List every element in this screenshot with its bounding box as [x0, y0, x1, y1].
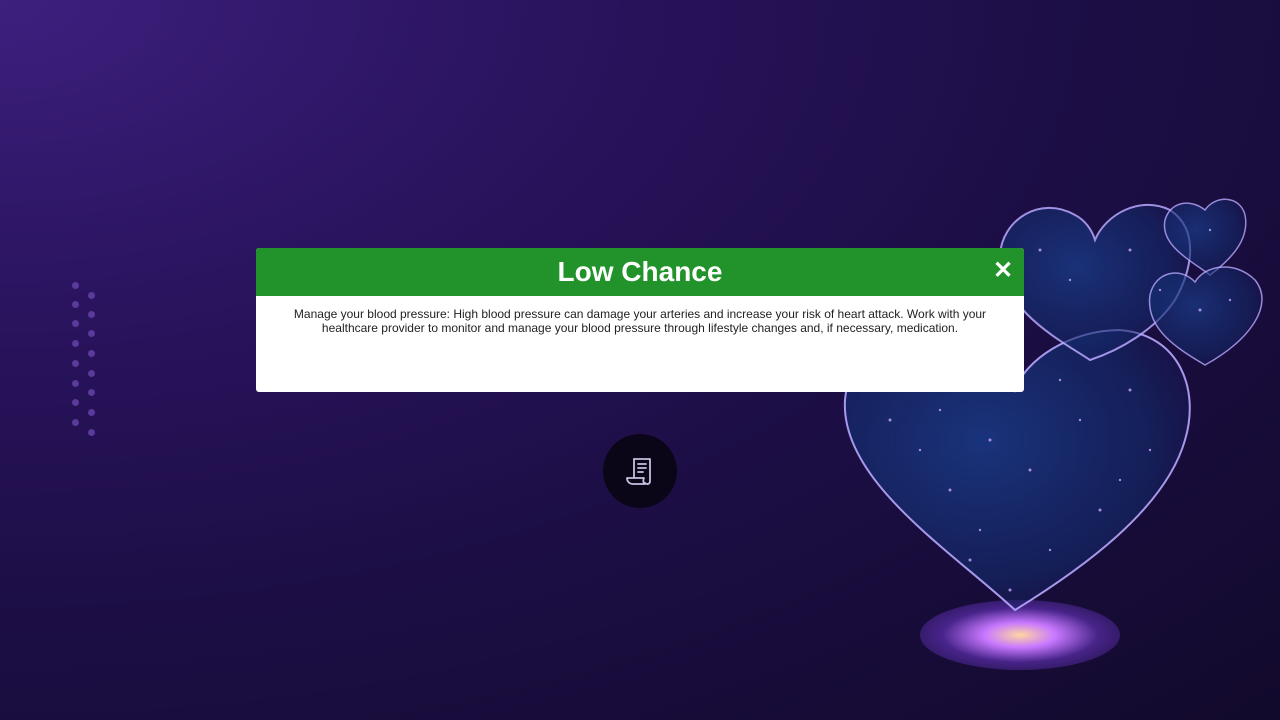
decorative-dots [70, 282, 100, 442]
modal-title: Low Chance [557, 256, 723, 287]
close-icon[interactable]: ✕ [992, 259, 1014, 283]
receipt-icon [626, 458, 651, 485]
modal-header: Low Chance ✕ [256, 248, 1024, 296]
report-button[interactable] [603, 434, 677, 508]
result-modal: Low Chance ✕ Manage your blood pressure:… [256, 248, 1024, 392]
modal-body-text: Manage your blood pressure: High blood p… [293, 307, 987, 335]
